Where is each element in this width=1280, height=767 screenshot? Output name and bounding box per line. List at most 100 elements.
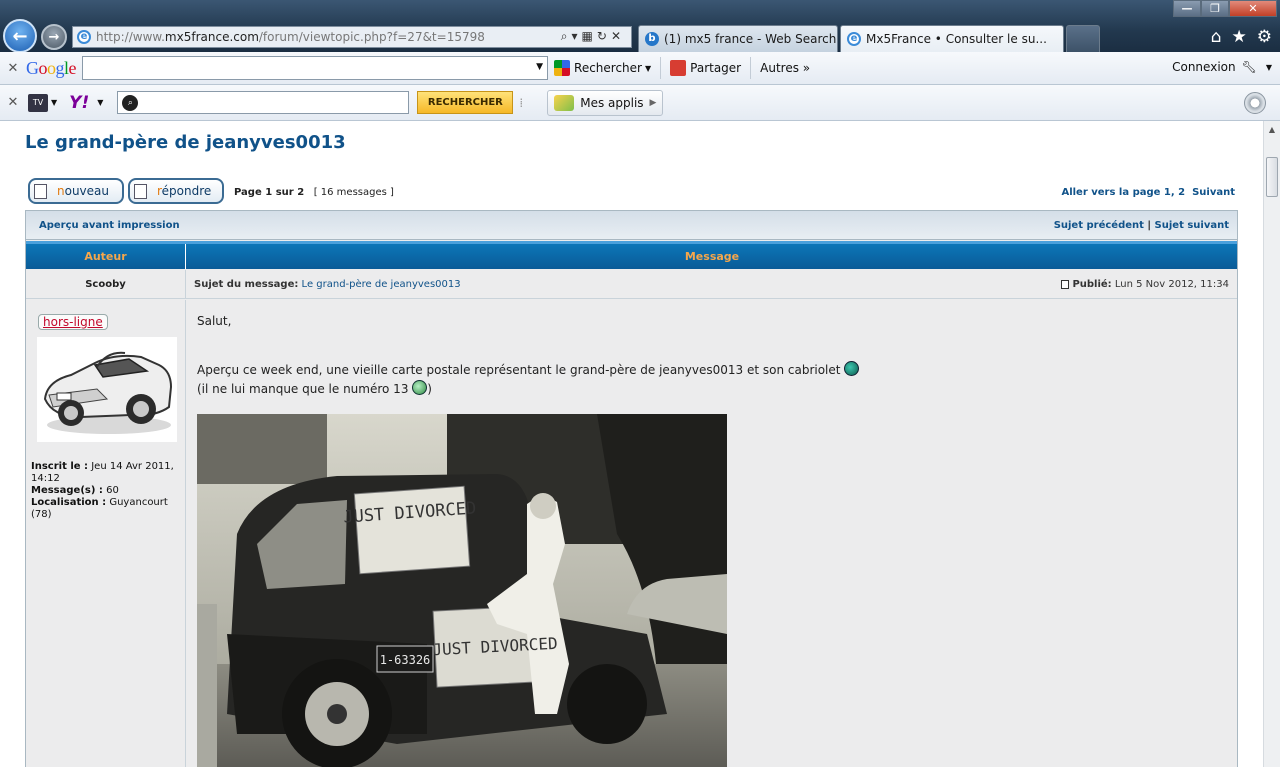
yahoo-logo[interactable]: Y! [69,93,89,113]
column-author: Auteur [26,244,186,269]
favorites-star-icon[interactable]: ★ [1232,27,1247,47]
arrow-right-icon: → [48,29,60,45]
vintage-car-photo: JUST DIVORCED JUST DIVORCED 1-63326 [197,414,727,767]
post-table: Aperçu avant impression Sujet précédent … [25,210,1238,767]
column-message: Message [684,250,740,263]
smiley-icon [844,361,860,376]
window-controls: — ❐ ✕ [1173,0,1277,17]
topic-title[interactable]: Le grand-père de jeanyves0013 [25,132,346,153]
google-plus-icon [670,60,687,76]
play-arrow-icon: ▶ [649,97,657,108]
scroll-thumb[interactable] [1266,157,1278,197]
yahoo-search-button[interactable]: RECHERCHER [417,91,514,114]
next-page-link[interactable]: Suivant [1192,187,1235,198]
close-toolbar-icon[interactable]: ✕ [0,61,26,76]
apps-button[interactable]: Mes applis ▶ [547,89,664,116]
google-search-input[interactable]: ▼ [82,56,549,80]
connect-button[interactable]: Connexion [1172,60,1236,74]
post-body: Salut, Aperçu ce week end, une vieille c… [197,312,860,399]
share-label: Partager [690,61,742,75]
post-author[interactable]: Scooby [26,270,186,299]
yahoo-toolbar: ✕ TV ▼ Y! ▼ ⌕ RECHERCHER ⁞ Mes applis ▶ [0,85,1280,121]
address-controls[interactable]: ⌕▾▦↻✕ [561,29,625,44]
post-subject-link[interactable]: Le grand-père de jeanyves0013 [302,279,461,290]
next-subject-link[interactable]: Sujet suivant [1155,220,1229,231]
document-icon [134,183,147,199]
separator [750,57,752,79]
tab-mx5france[interactable]: e Mx5France • Consulter le su... [840,25,1064,52]
caret-down-icon[interactable]: ▼ [97,98,103,107]
table-header: Auteur Message [26,241,1237,269]
reply-label: répondre [157,184,212,198]
back-button[interactable]: ← [3,19,37,53]
google-toolbar: ✕ Google ▼ Rechercher ▼ Partager Autres »… [0,52,1280,85]
settings-gear-icon[interactable] [1244,92,1266,114]
post-header-row: Scooby Sujet du message: Le grand-père d… [26,270,1237,299]
caret-down-icon[interactable]: ▼ [51,98,57,107]
page-links[interactable]: 1, 2 [1164,187,1185,198]
restore-icon[interactable]: ❐ [1201,0,1229,17]
stop-icon[interactable]: ✕ [611,29,625,43]
new-tab-button[interactable] [1066,25,1100,52]
page-scrollbar[interactable]: ▲ [1263,121,1280,767]
search-icon: ⌕ [122,94,139,111]
wrench-icon[interactable]: 🔧︎ [1242,60,1257,74]
yahoo-search-input[interactable]: ⌕ [117,91,410,114]
prev-subject-link[interactable]: Sujet précédent [1054,220,1144,231]
apps-label: Mes applis [580,95,644,110]
close-toolbar-icon[interactable]: ✕ [0,95,26,110]
post-text-line: Aperçu ce week end, une vieille carte po… [197,361,860,380]
post-text-line: (il ne lui manque que le numéro 13 ) [197,380,432,396]
tools-gear-icon[interactable]: ⚙ [1257,27,1272,47]
tv-icon[interactable]: TV [28,93,48,112]
avatar [37,337,177,442]
google-search-button[interactable]: Rechercher ▼ [548,55,657,81]
avatar-car-image [37,337,177,442]
tab-bing-search[interactable]: b (1) mx5 france - Web Search R... [638,25,838,52]
reply-button[interactable]: répondre [128,178,224,204]
google-search-icon [554,60,571,76]
close-icon[interactable]: ✕ [1229,0,1277,17]
caret-down-icon: ▼ [644,63,652,73]
print-preview-link[interactable]: Aperçu avant impression [39,220,180,231]
home-icon[interactable]: ⌂ [1211,27,1222,47]
more-button[interactable]: Autres » [754,55,816,81]
connect-area: Connexion 🔧︎ ▼ [1172,60,1272,74]
share-button[interactable]: Partager [664,55,747,81]
new-topic-label: nouveau [57,184,109,198]
bing-icon: b [645,32,659,46]
ie-page-icon: e [77,30,91,44]
search-icon[interactable]: ⌕▾ [561,29,582,43]
messages-count: [ 16 messages ] [313,187,394,198]
minimize-icon[interactable]: — [1173,0,1201,17]
post-subject: Sujet du message: Le grand-père de jeany… [194,279,461,290]
browser-right-nav: ⌂ ★ ⚙ [1211,27,1272,47]
search-label: Rechercher [574,61,642,75]
ie-page-icon: e [847,32,861,46]
grip-icon[interactable]: ⁞ [519,96,523,110]
apps-icon [554,94,575,111]
arrow-left-icon: ← [12,25,28,47]
caret-down-icon[interactable]: ▼ [1266,63,1272,72]
scroll-up-icon[interactable]: ▲ [1264,121,1280,138]
new-topic-button[interactable]: nouveau [28,178,124,204]
user-info: Inscrit le : Jeu 14 Avr 2011, 14:12 Mess… [31,461,174,520]
address-bar[interactable]: e http://www.mx5france.com/forum/viewtop… [72,26,632,48]
post-photo: JUST DIVORCED JUST DIVORCED 1-63326 [197,414,727,767]
photo-plate: 1-63326 [380,653,431,667]
separator [660,57,662,79]
post-icon[interactable] [1061,280,1070,289]
google-logo: Google [26,57,77,78]
status-badge: hors-ligne [38,314,108,330]
tab-label: (1) mx5 france - Web Search R... [664,32,837,46]
browser-titlebar: — ❐ ✕ ← → e http://www.mx5france.com/for… [0,0,1280,53]
document-icon [34,183,47,199]
compat-icon[interactable]: ▦ [582,29,597,43]
goto-pagination: Aller vers la page 1, 2 Suivant [1061,187,1235,198]
forward-button[interactable]: → [41,24,67,50]
refresh-icon[interactable]: ↻ [597,29,611,43]
topic-action-bar: Aperçu avant impression Sujet précédent … [26,211,1237,240]
subject-nav: Sujet précédent | Sujet suivant [1053,220,1229,231]
pagination-info: Page 1 sur 2 [ 16 messages ] [234,187,394,198]
dropdown-arrow-icon[interactable]: ▼ [536,62,543,72]
